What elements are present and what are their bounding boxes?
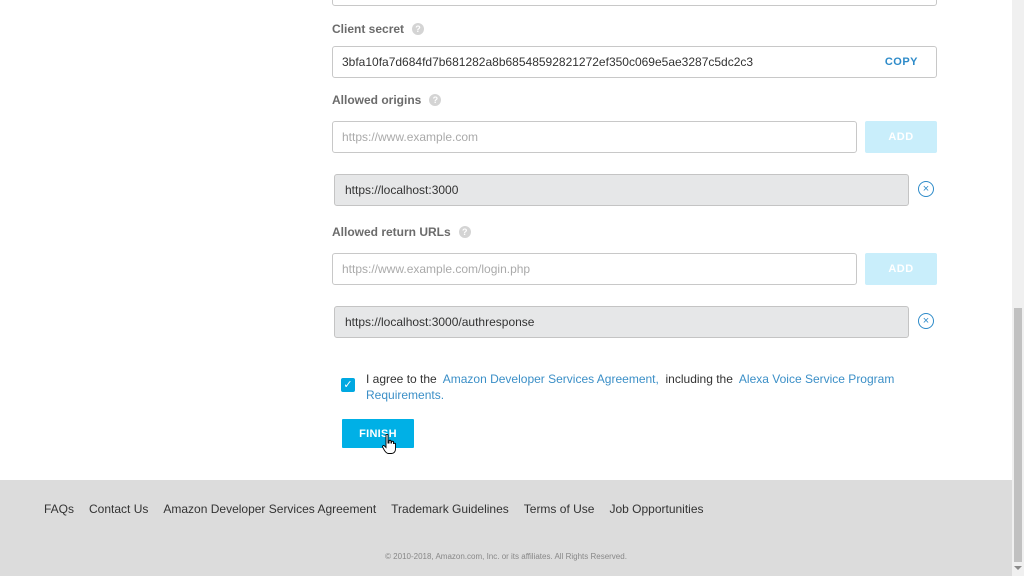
allowed-return-urls-input[interactable] [332,253,857,285]
copy-button[interactable]: COPY [885,56,918,68]
footer-link-job-opportunities[interactable]: Job Opportunities [609,502,703,516]
hand-cursor-icon [382,434,396,454]
agreement-checkbox[interactable]: ✓ [341,378,355,392]
allowed-return-urls-label: Allowed return URLs ? [332,224,471,240]
help-icon[interactable]: ? [429,94,442,106]
security-profile-form: Client secret ? 3bfa10fa7d684fd7b681282a… [0,0,1012,576]
client-secret-label: Client secret ? [332,21,425,37]
site-footer: FAQs Contact Us Amazon Developer Service… [0,480,1012,576]
allowed-origins-label: Allowed origins ? [332,92,442,108]
footer-link-terms-of-use[interactable]: Terms of Use [524,502,595,516]
footer-link-contact-us[interactable]: Contact Us [89,502,148,516]
remove-circle-icon[interactable]: × [918,181,934,197]
allowed-origins-input[interactable] [332,121,857,153]
add-return-url-button[interactable]: ADD [865,253,937,285]
client-id-field[interactable] [332,0,937,6]
agreement-text: I agree to the Amazon Developer Services… [366,372,895,386]
add-origin-button[interactable]: ADD [865,121,937,153]
client-secret-field: 3bfa10fa7d684fd7b681282a8b68548592821272… [332,46,937,78]
help-icon[interactable]: ? [458,226,471,238]
remove-circle-icon[interactable]: × [918,313,934,329]
agreement-row: ✓ I agree to the Amazon Developer Servic… [341,371,921,403]
allowed-return-url-entry: https://localhost:3000/authresponse [334,306,909,338]
copyright-text: © 2010-2018, Amazon.com, Inc. or its aff… [385,552,627,561]
avs-program-requirements-link-cont[interactable]: Requirements. [366,388,444,402]
allowed-origin-entry: https://localhost:3000 [334,174,909,206]
scroll-down-arrow-icon[interactable] [1014,566,1022,570]
finish-button[interactable]: FINISH [342,419,414,448]
developer-services-agreement-link[interactable]: Amazon Developer Services Agreement, [443,372,659,386]
client-secret-value: 3bfa10fa7d684fd7b681282a8b68548592821272… [342,55,754,69]
help-icon[interactable]: ? [412,23,425,35]
avs-program-requirements-link[interactable]: Alexa Voice Service Program [739,372,894,386]
footer-links: FAQs Contact Us Amazon Developer Service… [44,502,704,516]
footer-link-developer-services-agreement[interactable]: Amazon Developer Services Agreement [163,502,376,516]
footer-link-trademark-guidelines[interactable]: Trademark Guidelines [391,502,509,516]
vertical-scrollbar[interactable] [1012,0,1024,576]
scrollbar-thumb[interactable] [1014,308,1022,562]
checkmark-icon: ✓ [343,379,353,391]
footer-link-faqs[interactable]: FAQs [44,502,74,516]
